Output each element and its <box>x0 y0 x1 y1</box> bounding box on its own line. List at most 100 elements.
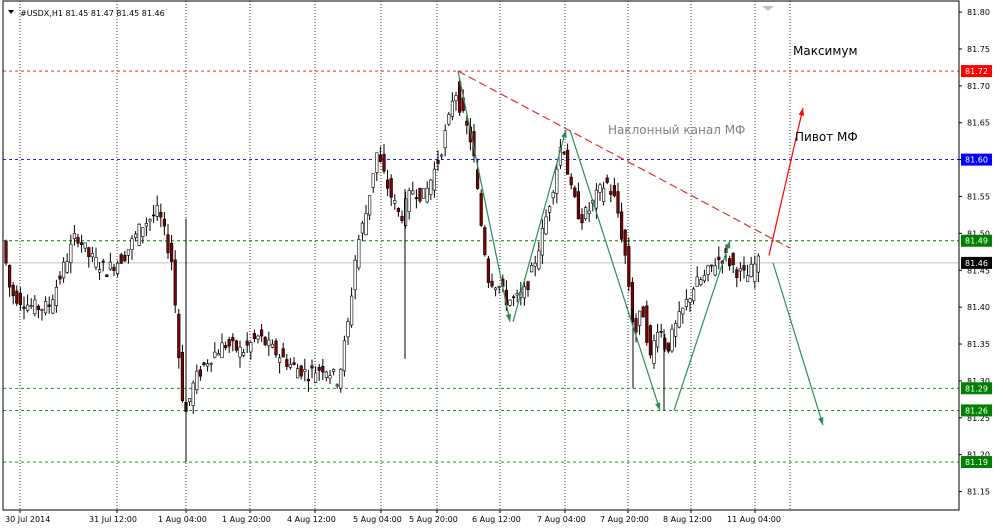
candle-body <box>601 187 606 202</box>
candle-body <box>270 343 275 348</box>
candle-body <box>483 227 487 256</box>
candle-body <box>612 185 616 197</box>
candle-body <box>411 190 415 195</box>
level-badge-label: 81.72 <box>965 67 988 76</box>
candle-body <box>285 359 289 367</box>
candle-body <box>511 296 516 299</box>
candle-body <box>738 268 742 272</box>
x-tick-label: 1 Aug 20:00 <box>222 515 271 524</box>
candle-body <box>126 249 130 256</box>
scroll-marker-icon[interactable] <box>762 6 774 11</box>
candle-body <box>576 191 580 220</box>
candle-body <box>529 265 534 273</box>
candle-body <box>224 345 228 349</box>
y-tick-label: 81.35 <box>967 340 990 349</box>
candle-body <box>479 193 483 226</box>
candle-body <box>40 309 44 311</box>
candle-body <box>526 281 530 291</box>
candle-body <box>267 339 271 346</box>
candle-body <box>605 177 609 183</box>
candle-body <box>670 328 674 352</box>
candle-body <box>508 299 512 306</box>
candle-body <box>727 258 732 267</box>
candle-body <box>54 287 58 306</box>
candle-body <box>72 233 76 239</box>
candle-body <box>152 214 156 217</box>
candle-body <box>547 206 552 213</box>
candle-body <box>123 255 127 262</box>
candle-body <box>15 290 19 304</box>
candle-body <box>580 214 584 224</box>
level-badge-label: 81.29 <box>965 384 988 393</box>
candle-body <box>742 265 746 271</box>
candle-body <box>349 295 354 326</box>
candle-body <box>8 264 12 288</box>
candle-body <box>645 305 649 343</box>
candle-body <box>691 288 696 302</box>
candle-body <box>493 287 498 291</box>
candle-body <box>583 207 588 220</box>
candle-body <box>648 325 652 356</box>
candle-body <box>749 263 753 278</box>
candle-body <box>313 372 318 383</box>
candle-body <box>177 313 181 359</box>
candle-body <box>288 363 293 368</box>
candle-body <box>141 227 145 238</box>
candle-body <box>522 286 526 299</box>
candle-body <box>234 340 239 351</box>
candle-body <box>231 337 235 342</box>
trend-arrow <box>457 70 511 323</box>
arrow-head-icon <box>655 402 661 411</box>
y-tick-label: 81.75 <box>967 45 990 54</box>
candle-body <box>281 348 285 358</box>
price-chart[interactable]: 30 Jul 2014 31 Jul 12:00 1 Aug 04:00 1 Aug … <box>0 0 1003 530</box>
candle-body <box>119 254 123 264</box>
level-badge-label: 81.49 <box>965 237 988 246</box>
y-tick-label: 81.65 <box>967 119 990 128</box>
candle-body <box>256 335 260 340</box>
candle-body <box>83 242 87 249</box>
candle-body <box>303 369 307 373</box>
candle-body <box>609 191 613 195</box>
candle-body <box>382 153 386 172</box>
candle-body <box>515 293 519 296</box>
candle-body <box>432 168 437 191</box>
candle-body <box>51 299 55 314</box>
candle-body <box>353 259 357 291</box>
x-tick-label: 11 Aug 04:00 <box>727 515 781 524</box>
candle-body <box>598 184 602 193</box>
candle-body <box>292 362 296 365</box>
candle-body <box>274 340 278 356</box>
candle-body <box>389 178 393 198</box>
candle-body <box>263 336 267 345</box>
candle-body <box>439 154 444 157</box>
candle-body <box>418 187 422 202</box>
candle-body <box>134 233 138 238</box>
candle-body <box>537 250 541 270</box>
candle-body <box>565 149 570 175</box>
candle-body <box>421 188 426 199</box>
chevron-down-icon[interactable] <box>8 10 14 14</box>
candle-body <box>367 195 372 216</box>
candle-body <box>569 176 573 186</box>
candle-body <box>673 322 678 337</box>
candle-body <box>465 120 469 126</box>
candle-body <box>623 229 627 256</box>
candle-body <box>706 265 710 275</box>
candle-body <box>116 262 120 274</box>
candle-body <box>137 223 141 246</box>
candle-body <box>162 218 167 227</box>
current-price-label: 81.46 <box>965 259 988 268</box>
candle-body <box>371 173 375 188</box>
candle-body <box>69 243 73 263</box>
candle-body <box>655 331 660 348</box>
x-tick-label: 4 Aug 12:00 <box>287 515 336 524</box>
candle-body <box>378 154 383 162</box>
candle-body <box>80 242 84 245</box>
candle-body <box>206 363 210 367</box>
candle-body <box>209 362 213 365</box>
candle-body <box>688 298 692 303</box>
symbol-header: #USDX,H1 81.45 81.47 81.45 81.46 <box>20 9 165 18</box>
candle-body <box>259 329 264 337</box>
candle-body <box>429 179 433 195</box>
